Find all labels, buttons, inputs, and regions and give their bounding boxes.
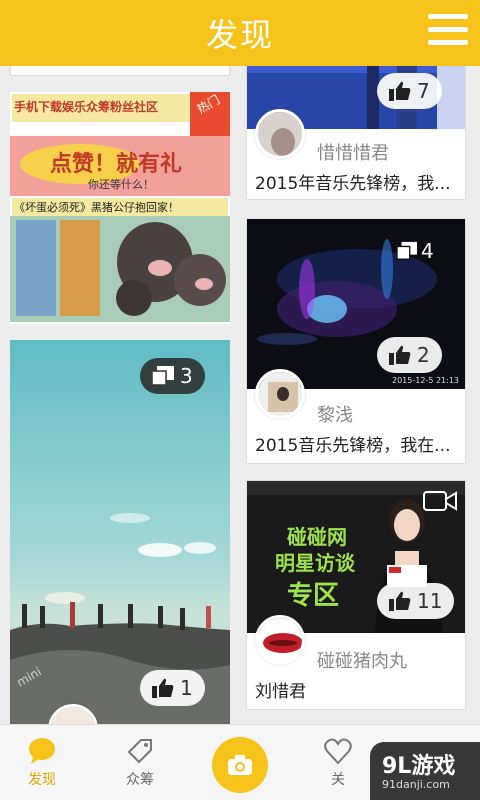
poster-line-1: 碰碰网 xyxy=(287,525,347,549)
image-count-badge: 4 xyxy=(397,239,434,263)
stack-icon xyxy=(397,241,417,260)
thumbs-up-icon xyxy=(389,345,411,365)
watermark-url: 91danji.com xyxy=(382,778,450,791)
promo-bottom-text: 《坏蛋必须死》黑猪公仔抱回家！ xyxy=(12,198,228,216)
app-header: 发现 xyxy=(0,0,480,66)
feed-card-interview[interactable]: 碰碰网 明星访谈 专区 11 碰碰猪肉丸 刘惜君 xyxy=(246,480,466,710)
heart-icon xyxy=(324,738,352,765)
thumbs-up-icon xyxy=(389,81,411,101)
image-count: 4 xyxy=(421,239,434,263)
camera-icon xyxy=(228,755,252,775)
tab-label: 发现 xyxy=(28,772,56,788)
camera-button[interactable] xyxy=(212,737,268,793)
like-count: 11 xyxy=(417,589,443,613)
tab-follow[interactable]: 关 xyxy=(298,733,378,789)
like-count: 7 xyxy=(417,79,430,103)
poster-line-3: 专区 xyxy=(287,581,340,611)
tab-label: 关 xyxy=(331,772,345,788)
photo-date-stamp: 2015-12-5 21:13 xyxy=(392,376,459,385)
user-avatar[interactable] xyxy=(255,369,305,419)
video-icon xyxy=(423,489,457,513)
feed-card-promo[interactable]: 手机下载娱乐众筹粉丝社区 热门 点赞！就有礼 你还等什么！ 《坏蛋必须死》黑猪公… xyxy=(10,92,230,324)
user-avatar[interactable] xyxy=(255,615,305,665)
user-name[interactable]: 黎浅 xyxy=(317,401,353,427)
image-count-badge: 3 xyxy=(140,358,205,394)
card-title: 2015音乐先锋榜，我在... xyxy=(255,436,451,456)
like-button[interactable]: 11 xyxy=(377,583,455,619)
like-button[interactable]: 1 xyxy=(140,670,205,706)
like-count: 2 xyxy=(417,343,430,367)
stack-icon xyxy=(152,366,174,386)
thumbs-up-icon xyxy=(152,678,174,698)
promo-banner-image[interactable]: 手机下载娱乐众筹粉丝社区 热门 点赞！就有礼 你还等什么！ 《坏蛋必须死》黑猪公… xyxy=(10,92,230,324)
like-count: 1 xyxy=(180,676,193,700)
site-watermark: 9L游戏 91danji.com xyxy=(370,742,480,800)
user-avatar[interactable] xyxy=(255,109,305,159)
landscape-photo[interactable]: mini xyxy=(10,340,230,724)
like-button[interactable]: 7 xyxy=(377,73,442,109)
page-title: 发现 xyxy=(205,16,274,54)
tag-icon xyxy=(127,739,152,764)
user-name[interactable]: 惜惜惜君 xyxy=(317,139,389,165)
feed-card-photo[interactable]: mini 3 1 xyxy=(10,340,230,724)
like-button[interactable]: 2 xyxy=(377,337,442,373)
watermark-logo-text: 9L游戏 xyxy=(382,754,456,779)
speech-bubble-icon xyxy=(29,738,55,764)
promo-main-text: 点赞！就有礼 xyxy=(50,152,183,177)
tab-label: 众筹 xyxy=(126,772,154,788)
feed-card-music-1[interactable]: 7 惜惜惜君 2015年音乐先锋榜，我... xyxy=(246,66,466,200)
menu-icon[interactable] xyxy=(428,14,468,50)
discover-feed[interactable]: 手机下载娱乐众筹粉丝社区 热门 点赞！就有礼 你还等什么！ 《坏蛋必须死》黑猪公… xyxy=(0,66,480,724)
tab-crowdfund[interactable]: 众筹 xyxy=(100,733,180,789)
promo-sub-text: 你还等什么！ xyxy=(88,178,154,191)
tab-discover[interactable]: 发现 xyxy=(2,733,82,789)
card-title: 刘惜君 xyxy=(255,682,306,702)
poster-line-2: 明星访谈 xyxy=(275,551,355,575)
card-title: 2015年音乐先锋榜，我... xyxy=(255,174,451,194)
feed-card-music-2[interactable]: 2015-12-5 21:13 4 2 黎浅 2015音乐先锋榜，我在... xyxy=(246,218,466,464)
user-name[interactable]: 碰碰猪肉丸 xyxy=(317,647,407,673)
image-count: 3 xyxy=(180,364,193,388)
feed-card-remnant[interactable] xyxy=(10,66,230,76)
promo-banner-title: 手机下载娱乐众筹粉丝社区 xyxy=(14,100,159,114)
thumbs-up-icon xyxy=(389,591,411,611)
